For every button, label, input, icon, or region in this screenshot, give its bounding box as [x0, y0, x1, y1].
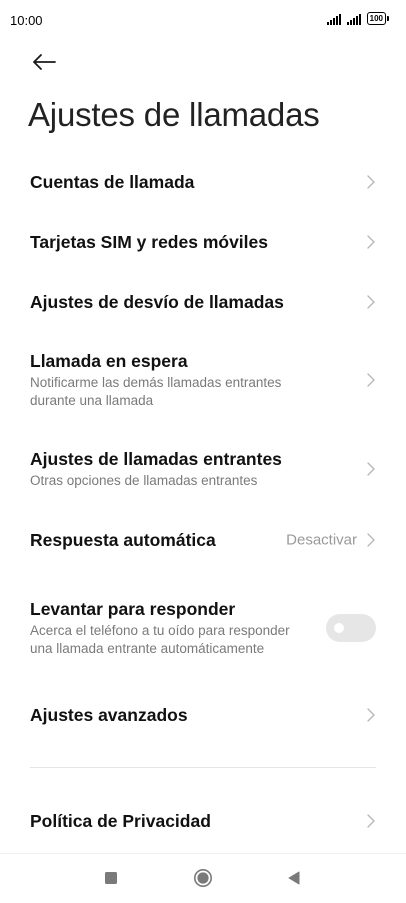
circle-icon — [194, 869, 212, 887]
settings-item-subtitle: Notificarme las demás llamadas entrantes… — [30, 375, 282, 408]
chevron-right-icon — [367, 708, 375, 722]
chevron-right-icon — [367, 814, 375, 828]
divider — [30, 767, 376, 768]
chevron-right-icon — [367, 295, 375, 309]
signal-icon — [346, 14, 361, 25]
settings-item-label: Política de Privacidad — [30, 811, 211, 831]
settings-item-subtitle: Acerca el teléfono a tu oído para respon… — [30, 623, 290, 656]
chevron-right-icon — [367, 533, 375, 547]
settings-item-call-waiting[interactable]: Llamada en espera Notificarme las demás … — [0, 340, 406, 420]
settings-item-advanced[interactable]: Ajustes avanzados — [0, 685, 406, 745]
settings-item-subtitle: Otras opciones de llamadas entrantes — [30, 473, 258, 488]
page-title: Ajustes de llamadas — [28, 96, 320, 133]
chevron-right-icon — [367, 175, 375, 189]
status-icons: 100 — [326, 12, 390, 25]
chevron-right-icon — [367, 235, 375, 249]
arrow-left-icon — [33, 54, 56, 70]
settings-item-value: Desactivar — [286, 531, 357, 549]
settings-item-label: Ajustes avanzados — [30, 705, 188, 725]
chevron-right-icon — [367, 373, 375, 387]
square-icon — [105, 872, 117, 884]
settings-item-label: Cuentas de llamada — [30, 172, 195, 192]
settings-item-sim-cards[interactable]: Tarjetas SIM y redes móviles — [0, 212, 406, 272]
settings-item-label: Respuesta automática — [30, 530, 216, 550]
battery-level: 100 — [369, 14, 383, 23]
settings-item-label: Ajustes de llamadas entrantes — [30, 449, 282, 469]
settings-item-privacy-policy[interactable]: Política de Privacidad — [0, 791, 406, 851]
settings-item-label: Tarjetas SIM y redes móviles — [30, 232, 268, 252]
recents-button[interactable] — [101, 868, 121, 888]
signal-icon — [326, 14, 341, 25]
settings-item-label: Llamada en espera — [30, 351, 188, 371]
status-time: 10:00 — [10, 13, 43, 28]
navigation-bar — [0, 853, 406, 903]
battery-icon: 100 — [366, 12, 390, 25]
raise-to-answer-toggle[interactable] — [326, 614, 376, 642]
back-button[interactable] — [30, 48, 58, 76]
triangle-left-icon — [288, 871, 300, 885]
settings-item-raise-to-answer[interactable]: Levantar para responder Acerca el teléfo… — [0, 582, 406, 674]
settings-item-label: Levantar para responder — [30, 599, 236, 619]
settings-item-incoming-calls[interactable]: Ajustes de llamadas entrantes Otras opci… — [0, 438, 406, 500]
back-nav-button[interactable] — [284, 868, 304, 888]
chevron-right-icon — [367, 462, 375, 476]
settings-item-call-accounts[interactable]: Cuentas de llamada — [0, 152, 406, 212]
settings-item-auto-answer[interactable]: Respuesta automática Desactivar — [0, 510, 406, 570]
toggle-knob — [334, 623, 344, 633]
home-button[interactable] — [193, 868, 213, 888]
settings-item-label: Ajustes de desvío de llamadas — [30, 292, 284, 312]
status-bar: 10:00 100 — [0, 0, 406, 40]
settings-item-call-forwarding[interactable]: Ajustes de desvío de llamadas — [0, 272, 406, 332]
